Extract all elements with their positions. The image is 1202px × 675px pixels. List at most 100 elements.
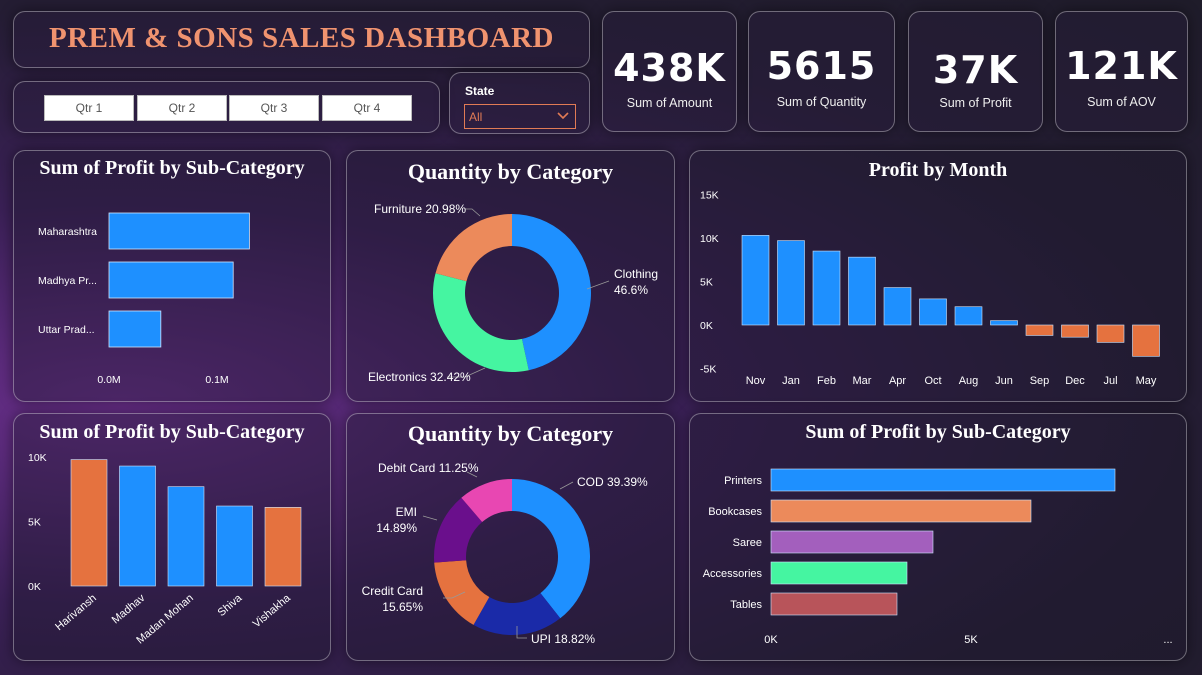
chart-profit-by-month: Profit by Month 15K 10K 5K 0K -5K Nov Jan Feb Ma… (689, 150, 1187, 402)
chart-quantity-by-category: Quantity by Category Clothing 46.6% Electr… (346, 150, 675, 402)
bar (70, 459, 108, 587)
x-tick-label: Sep (1030, 375, 1050, 387)
slice-value: 15.65% (382, 600, 423, 614)
bar (108, 261, 234, 299)
x-tick-label: Jan (782, 375, 800, 387)
bar (167, 486, 205, 587)
state-slicer: State All (449, 72, 590, 134)
slice-label: Debit Card 11.25% (378, 461, 479, 475)
chart-profit-by-subcategory: Sum of Profit by Sub-Category Printers Bo… (689, 413, 1187, 661)
kpi-label: Sum of Amount (626, 96, 713, 110)
bar (883, 287, 912, 326)
chart-profit-by-state: Sum of Profit by Sub-Category Maharashtr… (13, 150, 331, 402)
qtr-2-button[interactable]: Qtr 2 (137, 95, 227, 121)
chart-profit-by-person: Sum of Profit by Sub-Category 10K 5K 0K Har… (13, 413, 331, 661)
y-tick-label: -5K (700, 364, 716, 376)
kpi-card-amount: 438K Sum of Amount (602, 11, 737, 132)
bar (770, 592, 898, 616)
x-tick-label: 0K (764, 634, 778, 646)
qtr-1-button[interactable]: Qtr 1 (44, 95, 134, 121)
bar (954, 306, 983, 326)
y-tick-label: 5K (28, 517, 41, 529)
category-label: Uttar Prad... (38, 324, 95, 336)
kpi-value: 37K (932, 48, 1019, 92)
slice-value: 32.42% (430, 370, 471, 384)
qtr-3-button[interactable]: Qtr 3 (229, 95, 319, 121)
donut-chart: COD 39.39% UPI 18.82% Credit Card 15.65% EMI… (362, 461, 648, 646)
y-tick-label: 10K (28, 452, 47, 464)
donut-slice (512, 479, 590, 619)
x-tick-label: May (1136, 375, 1157, 387)
bar (1061, 324, 1089, 338)
chart-quantity-by-payment: Quantity by Category COD 39.39% UPI 18.82… (346, 413, 675, 661)
donut-slice (433, 273, 529, 372)
bar (770, 468, 1116, 492)
category-label: Maharashtra (38, 226, 97, 238)
x-tick-label: Oct (924, 375, 941, 387)
leader-line (559, 481, 574, 490)
bar (990, 320, 1018, 326)
hbar-chart: Maharashtra Madhya Pr... Uttar Prad... 0.0M… (38, 212, 250, 386)
slice-value: 46.6% (614, 283, 648, 297)
bar (108, 310, 162, 348)
category-label: Accessories (703, 568, 763, 580)
kpi-label: Sum of AOV (1087, 95, 1156, 109)
category-label: Tables (730, 599, 762, 611)
donut-slice (512, 214, 591, 371)
kpi-card-quantity: 5615 Sum of Quantity (748, 11, 895, 132)
y-tick-label: 5K (700, 277, 713, 289)
kpi-card-aov: 121K Sum of AOV (1055, 11, 1188, 132)
x-tick-label: Jun (995, 375, 1013, 387)
slice-value: 11.25% (439, 461, 479, 475)
x-tick-label: Mar (853, 375, 872, 387)
qtr-4-button[interactable]: Qtr 4 (322, 95, 412, 121)
chevron-down-icon (557, 112, 569, 120)
bar-chart: 15K 10K 5K 0K -5K Nov Jan Feb Mar Apr Oct Aug Jun Sep… (700, 190, 1160, 387)
x-tick-label: Vishakha (251, 592, 294, 631)
donut-slice (435, 214, 512, 282)
bar (108, 212, 250, 250)
dashboard-title: PREM & SONS SALES DASHBOARD (49, 22, 554, 54)
state-label: State (465, 84, 495, 98)
x-tick-label: 0.1M (205, 374, 228, 386)
x-tick-label: Nov (746, 375, 766, 387)
category-label: Madhya Pr... (38, 275, 97, 287)
slice-name: Furniture (374, 202, 425, 216)
bar-chart: 10K5K0KHarivansh MadhavMadan Mohan Shiva Vi… (28, 452, 302, 647)
slice-value: 39.39% (607, 475, 648, 489)
slice-label: COD 39.39% (577, 475, 648, 489)
x-tick-label: Aug (959, 375, 979, 387)
slice-name: Electronics (368, 370, 430, 384)
slice-name: UPI (531, 632, 554, 646)
category-label: Saree (733, 537, 762, 549)
kpi-label: Sum of Quantity (776, 95, 867, 109)
kpi-card-profit: 37K Sum of Profit (908, 11, 1043, 132)
donut-chart: Clothing 46.6% Electronics 32.42% Furniture… (368, 202, 658, 384)
slice-value: 20.98% (425, 202, 466, 216)
y-tick-label: 10K (700, 233, 719, 245)
slice-label: EMI (396, 505, 417, 519)
x-tick-label: Apr (889, 375, 906, 387)
slice-label: Electronics 32.42% (368, 370, 471, 384)
state-dropdown[interactable]: All (464, 104, 576, 129)
bar (812, 250, 841, 326)
bar (770, 561, 908, 585)
kpi-value: 121K (1065, 44, 1178, 88)
x-tick-label: Madhav (110, 592, 148, 627)
bar (770, 530, 934, 554)
hbar-chart: Printers Bookcases Saree Accessories Tables 0… (703, 468, 1173, 646)
y-tick-label: 0K (28, 581, 41, 593)
slice-value: 18.82% (554, 632, 595, 646)
bar (119, 465, 156, 587)
bar (919, 298, 947, 326)
x-tick-label: Shiva (216, 592, 245, 619)
slice-label: Clothing (614, 267, 658, 281)
y-tick-label: 15K (700, 190, 719, 202)
bar (848, 256, 876, 326)
bar (777, 240, 805, 326)
y-tick-label: 0K (700, 320, 713, 332)
x-tick-label: Feb (817, 375, 836, 387)
slice-label: UPI 18.82% (531, 632, 595, 646)
leader-line (422, 515, 438, 521)
x-tick-label: Harivansh (53, 592, 99, 633)
